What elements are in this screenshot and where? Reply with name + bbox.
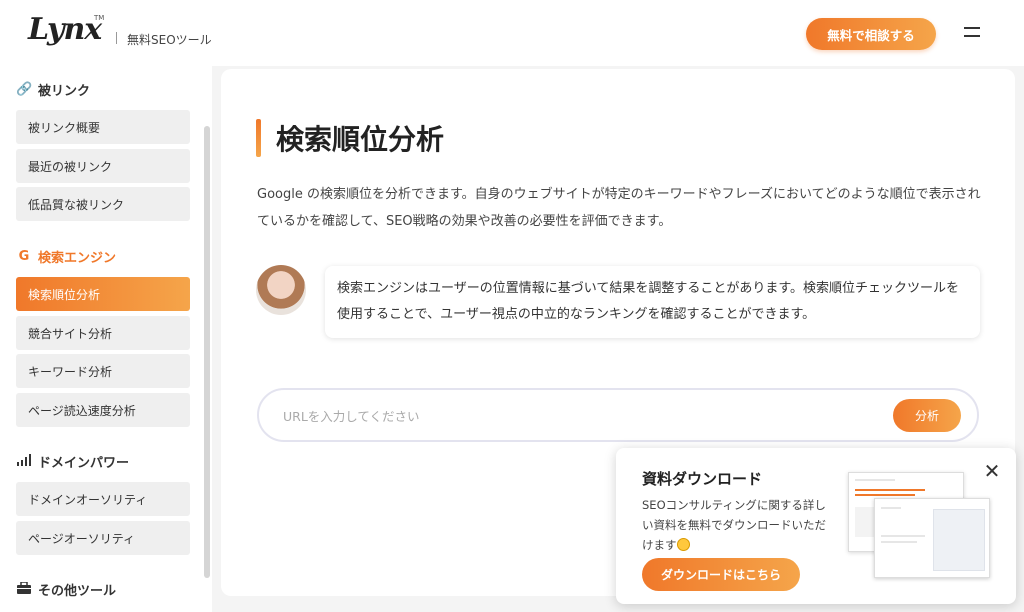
free-consultation-button[interactable]: 無料で相談する xyxy=(806,18,936,50)
sidebar-item-page-authority[interactable]: ページオーソリティ xyxy=(16,521,190,555)
header: Lynx TM 無料SEOツール 無料で相談する xyxy=(0,0,1024,66)
lynx-logo[interactable]: Lynx xyxy=(28,12,102,47)
popup-text-body: SEOコンサルティングに関する詳しい資料を無料でダウンロードいただけます xyxy=(642,498,826,552)
section-title: その他ツール xyxy=(38,584,117,599)
sidebar-scrollbar[interactable] xyxy=(204,126,210,578)
title-accent-bar xyxy=(256,119,261,157)
sidebar: 🔗 被リンク 被リンク概要 最近の被リンク 低品質な被リンク G 検索エンジン … xyxy=(0,66,212,612)
sidebar-item-low-quality-backlinks[interactable]: 低品質な被リンク xyxy=(16,187,190,221)
logo-subtitle: 無料SEOツール xyxy=(127,33,212,47)
hamburger-menu-icon[interactable] xyxy=(964,26,982,40)
sidebar-item-rank-analysis[interactable]: 検索順位分析 xyxy=(16,277,190,311)
url-form: 分析 xyxy=(257,388,979,442)
popup-title: 資料ダウンロード xyxy=(642,470,763,488)
page-title: 検索順位分析 xyxy=(276,123,445,156)
section-search-engine: G 検索エンジン xyxy=(16,247,116,266)
page-description: Google の検索順位を分析できます。自身のウェブサイトが特定のキーワードやフ… xyxy=(257,187,981,229)
section-title: 検索エンジン xyxy=(38,251,117,266)
download-popup: 資料ダウンロード SEOコンサルティングに関する詳しい資料を無料でダウンロードい… xyxy=(616,448,1016,604)
analyze-button[interactable]: 分析 xyxy=(893,399,961,432)
sidebar-item-page-speed[interactable]: ページ読込速度分析 xyxy=(16,393,190,427)
section-backlinks: 🔗 被リンク xyxy=(16,80,90,99)
smile-emoji-icon xyxy=(676,538,690,551)
toolbox-icon xyxy=(16,580,32,598)
url-input[interactable] xyxy=(283,405,843,427)
section-title: 被リンク xyxy=(38,84,91,99)
tip-bubble: 検索エンジンはユーザーの位置情報に基づいて結果を調整することがあります。検索順位… xyxy=(325,266,980,338)
sidebar-item-recent-backlinks[interactable]: 最近の被リンク xyxy=(16,149,190,183)
close-icon[interactable]: ✕ xyxy=(982,461,1002,481)
link-icon: 🔗 xyxy=(16,82,33,97)
sidebar-item-domain-authority[interactable]: ドメインオーソリティ xyxy=(16,482,190,516)
advisor-avatar xyxy=(256,265,306,315)
sidebar-item-competitor-analysis[interactable]: 競合サイト分析 xyxy=(16,316,190,350)
trademark-mark: TM xyxy=(94,14,105,22)
logo-divider xyxy=(116,32,117,44)
section-domain-power: ドメインパワー xyxy=(16,452,129,471)
google-icon: G xyxy=(18,249,30,264)
sidebar-item-keyword-analysis[interactable]: キーワード分析 xyxy=(16,354,190,388)
section-title: ドメインパワー xyxy=(38,456,130,471)
download-button[interactable]: ダウンロードはこちら xyxy=(642,558,800,591)
sidebar-item-backlink-overview[interactable]: 被リンク概要 xyxy=(16,110,190,144)
document-preview-front xyxy=(874,498,990,578)
popup-text: SEOコンサルティングに関する詳しい資料を無料でダウンロードいただけます xyxy=(642,495,826,555)
section-other-tools: その他ツール xyxy=(16,580,116,599)
signal-icon xyxy=(16,453,32,470)
